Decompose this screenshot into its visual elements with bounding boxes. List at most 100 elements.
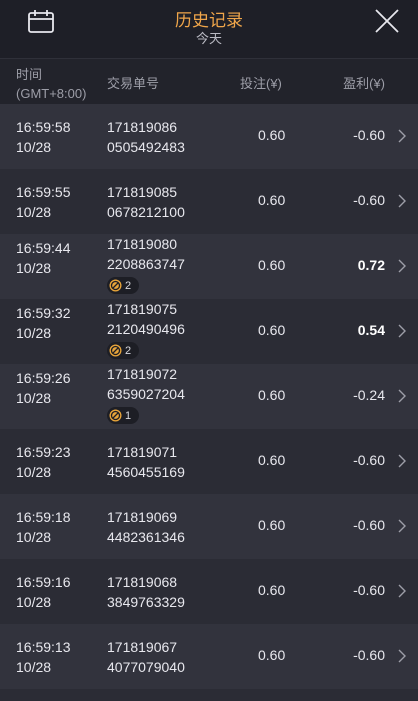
row-trade-id: 171819069 4482361346 [107, 507, 185, 547]
row-trade-id-part2: 4560455169 [107, 464, 185, 480]
row-profit: -0.60 [353, 582, 385, 598]
chevron-right-icon[interactable] [398, 454, 406, 468]
row-trade-id-part2: 4077079040 [107, 659, 185, 675]
row-profit: -0.24 [353, 387, 385, 403]
row-trade-id-part2: 4482361346 [107, 529, 185, 545]
row-bet: 0.60 [258, 322, 286, 338]
chevron-right-icon[interactable] [398, 324, 406, 338]
row-trade-id-part2: 0678212100 [107, 204, 185, 220]
row-time-value: 16:59:55 [16, 184, 71, 200]
column-trade-id: 交易单号 [107, 76, 160, 91]
row-date-value: 10/28 [16, 139, 52, 155]
history-row[interactable]: 16:59:13 10/28 171819067 4077079040 0.60 -0.6… [0, 624, 418, 689]
coin-icon [109, 344, 122, 357]
row-trade-id-part2: 2120490496 [107, 321, 185, 337]
row-trade-id-part1: 171819067 [107, 639, 178, 655]
bonus-badge: 2 [107, 342, 140, 359]
bonus-badge-count: 1 [125, 409, 132, 422]
coin-icon [109, 409, 122, 422]
row-profit: 0.72 [357, 257, 385, 273]
chevron-right-icon[interactable] [398, 194, 406, 208]
row-bet: 0.60 [258, 387, 286, 403]
row-time: 16:59:58 10/28 [16, 117, 71, 157]
date-filter-label: 今天 [195, 31, 222, 46]
row-profit: -0.60 [353, 647, 385, 663]
row-time-value: 16:59:32 [16, 305, 71, 321]
row-date-value: 10/28 [16, 204, 52, 220]
row-date-value: 10/28 [16, 325, 52, 341]
row-profit: -0.60 [353, 127, 385, 143]
row-trade-id-part2: 2208863747 [107, 256, 185, 272]
row-trade-id-part1: 171819068 [107, 574, 178, 590]
chevron-right-icon[interactable] [398, 519, 406, 533]
row-profit: 0.54 [357, 322, 385, 338]
row-trade-id: 171819072 6359027204 [107, 364, 185, 404]
row-trade-id-part2: 0505492483 [107, 139, 185, 155]
bonus-badge: 1 [107, 407, 140, 424]
chevron-right-icon[interactable] [398, 389, 406, 403]
history-row[interactable]: 16:59:58 10/28 171819086 0505492483 0.60 -0.6… [0, 104, 418, 169]
row-bet: 0.60 [258, 517, 286, 533]
column-profit: 盈利(¥) [343, 76, 385, 91]
history-list: 16:59:58 10/28 171819086 0505492483 0.60 -0.6… [0, 104, 418, 689]
row-date-value: 10/28 [16, 529, 52, 545]
row-trade-id: 171819067 4077079040 [107, 637, 185, 677]
row-profit: -0.60 [353, 517, 385, 533]
row-trade-id: 171819086 0505492483 [107, 117, 185, 157]
row-time: 16:59:13 10/28 [16, 637, 71, 677]
chevron-right-icon[interactable] [398, 129, 406, 143]
row-time: 16:59:23 10/28 [16, 442, 71, 482]
row-date-value: 10/28 [16, 594, 52, 610]
row-trade-id: 171819071 4560455169 [107, 442, 185, 482]
row-time-value: 16:59:26 [16, 370, 71, 386]
row-bet: 0.60 [258, 647, 286, 663]
bonus-badge-count: 2 [125, 344, 132, 357]
history-row[interactable]: 16:59:18 10/28 171819069 4482361346 0.60 -0.6… [0, 494, 418, 559]
column-timezone-label: (GMT+8:00) [16, 86, 87, 101]
row-trade-id: 171819068 3849763329 [107, 572, 185, 612]
row-profit: -0.60 [353, 192, 385, 208]
row-time-value: 16:59:16 [16, 574, 71, 590]
row-trade-id-part2: 6359027204 [107, 386, 185, 402]
row-date-value: 10/28 [16, 464, 52, 480]
row-time-value: 16:59:58 [16, 119, 71, 135]
row-time: 16:59:32 10/28 [16, 303, 71, 343]
row-bet: 0.60 [258, 192, 286, 208]
row-trade-id-part1: 171819086 [107, 119, 178, 135]
row-date-value: 10/28 [16, 260, 52, 276]
history-row[interactable]: 16:59:32 10/28 171819075 2120490496 2 0.60 0.5… [0, 299, 418, 364]
row-trade-id: 171819085 0678212100 [107, 182, 185, 222]
row-trade-id-part2: 3849763329 [107, 594, 185, 610]
close-icon[interactable] [375, 9, 399, 33]
row-time-value: 16:59:23 [16, 444, 71, 460]
column-time: 时间 (GMT+8:00) [16, 65, 86, 103]
row-profit: -0.60 [353, 452, 385, 468]
column-time-label: 时间 [16, 67, 43, 82]
row-trade-id-part1: 171819080 [107, 236, 178, 252]
row-trade-id-part1: 171819075 [107, 301, 178, 317]
bonus-badge: 2 [107, 277, 140, 294]
row-time: 16:59:55 10/28 [16, 182, 71, 222]
row-bet: 0.60 [258, 257, 286, 273]
chevron-right-icon[interactable] [398, 584, 406, 598]
row-time-value: 16:59:18 [16, 509, 71, 525]
row-trade-id-part1: 171819069 [107, 509, 178, 525]
coin-icon [109, 279, 122, 292]
column-bet: 投注(¥) [240, 76, 282, 91]
row-bet: 0.60 [258, 127, 286, 143]
row-trade-id: 171819075 2120490496 [107, 299, 185, 339]
bonus-badge-count: 2 [125, 279, 132, 292]
history-row[interactable]: 16:59:23 10/28 171819071 4560455169 0.60 -0.6… [0, 429, 418, 494]
chevron-right-icon[interactable] [398, 649, 406, 663]
row-trade-id-part1: 171819071 [107, 444, 178, 460]
header-bar: 历史记录 今天 [0, 0, 418, 59]
row-time: 16:59:44 10/28 [16, 238, 71, 278]
chevron-right-icon[interactable] [398, 259, 406, 273]
history-row[interactable]: 16:59:55 10/28 171819085 0678212100 0.60 -0.6… [0, 169, 418, 234]
history-row[interactable]: 16:59:26 10/28 171819072 6359027204 1 0.60 -0.… [0, 364, 418, 429]
row-trade-id: 171819080 2208863747 [107, 234, 185, 274]
history-row[interactable]: 16:59:44 10/28 171819080 2208863747 2 0.60 0.7… [0, 234, 418, 299]
history-row[interactable]: 16:59:16 10/28 171819068 3849763329 0.60 -0.6… [0, 559, 418, 624]
row-time-value: 16:59:13 [16, 639, 71, 655]
row-bet: 0.60 [258, 582, 286, 598]
